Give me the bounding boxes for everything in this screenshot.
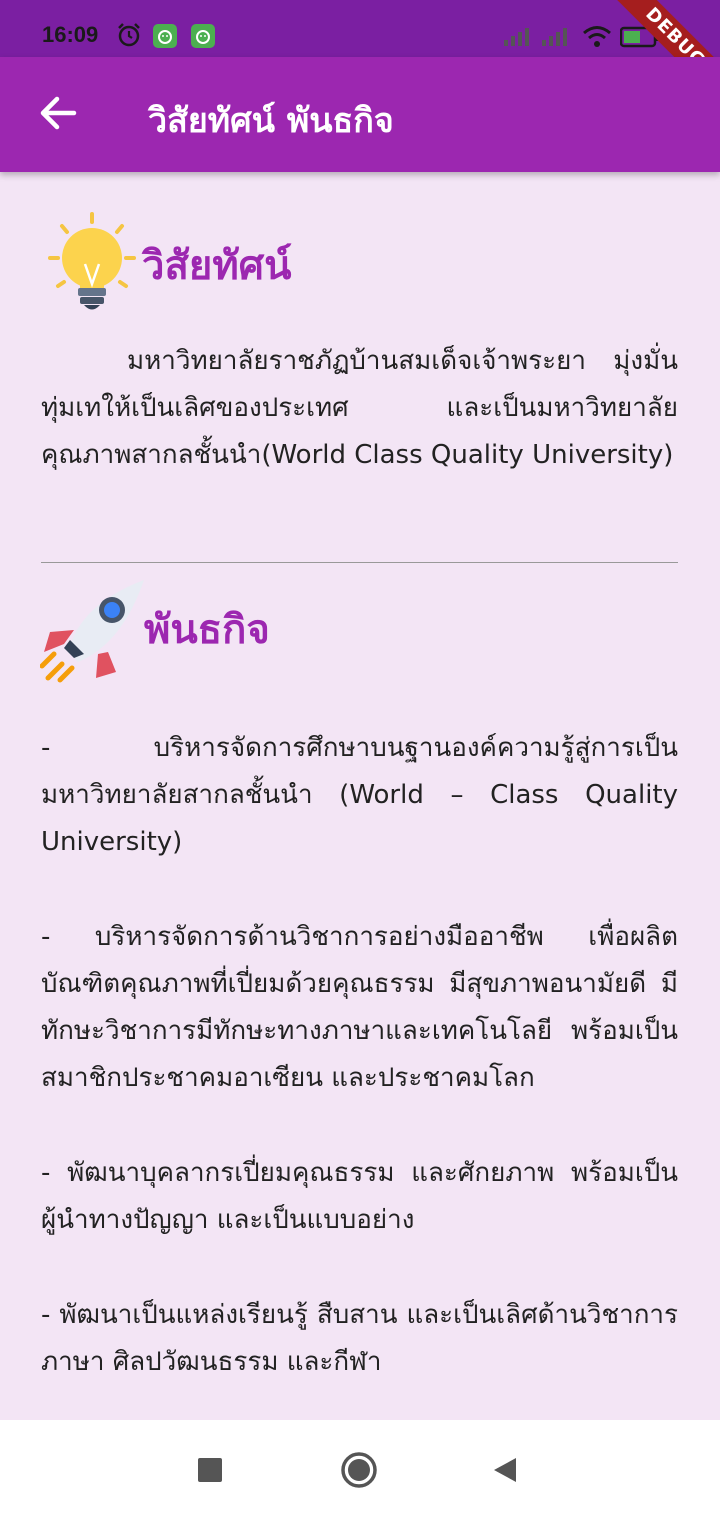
app-bar: วิสัยทัศน์ พันธกิจ xyxy=(0,57,720,172)
mission-title: พันธกิจ xyxy=(144,607,270,653)
android-app-icon xyxy=(153,24,177,48)
back-nav-button[interactable] xyxy=(492,1456,518,1488)
home-circle-icon xyxy=(341,1452,377,1488)
vision-header: วิสัยทัศน์ xyxy=(40,210,291,320)
mission-item-4: - พัฒนาเป็นแหล่งเรียนรู้ สืบสาน และเป็นเ… xyxy=(41,1300,678,1377)
rocket-icon xyxy=(40,580,144,683)
mission-header: พันธกิจ xyxy=(40,574,270,684)
content-scroll[interactable]: วิสัยทัศน์ มหาวิทยาลัยราชภัฏบ้านสมเด็จเจ… xyxy=(0,172,720,1420)
arrow-back-icon xyxy=(40,96,77,130)
square-icon xyxy=(198,1458,222,1482)
section-divider xyxy=(41,562,678,563)
status-time: 16:09 xyxy=(42,22,99,47)
signal-icon xyxy=(540,26,570,50)
vision-title: วิสัยทัศน์ xyxy=(142,243,292,289)
android-app-icon xyxy=(191,24,215,48)
alarm-icon xyxy=(116,22,142,52)
system-nav-bar xyxy=(0,1420,720,1520)
light-bulb-icon xyxy=(48,212,136,310)
triangle-back-icon xyxy=(494,1458,516,1482)
recents-button[interactable] xyxy=(197,1457,223,1487)
back-button[interactable] xyxy=(30,85,86,141)
home-button[interactable] xyxy=(340,1451,378,1493)
mission-item-2: - บริหารจัดการด้านวิชาการอย่างมืออาชีพ เ… xyxy=(41,922,678,1093)
mission-item-3: - พัฒนาบุคลากรเปี่ยมคุณธรรม และศักยภาพ พ… xyxy=(41,1158,678,1235)
mission-item-1: - บริหารจัดการศึกษาบนฐานองค์ความรู้สู่กา… xyxy=(41,733,687,857)
vision-text: มหาวิทยาลัยราชภัฏบ้านสมเด็จเจ้าพระยา มุ่… xyxy=(41,346,678,470)
wifi-icon xyxy=(582,24,612,52)
signal-icon xyxy=(502,26,532,50)
page-title: วิสัยทัศน์ พันธกิจ xyxy=(148,101,394,141)
